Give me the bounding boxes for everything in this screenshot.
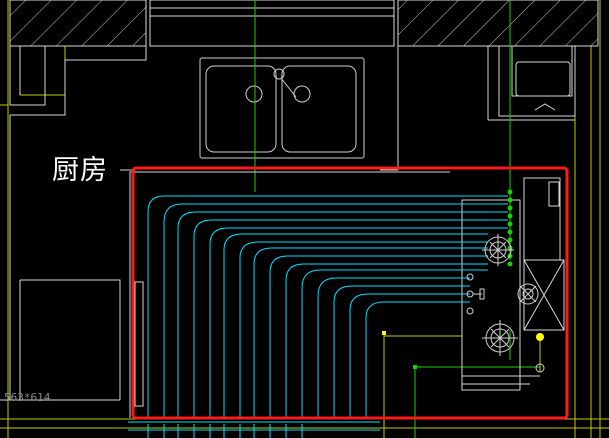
floor-heating-loops	[128, 195, 508, 438]
plan-drawing	[0, 0, 609, 438]
gas-burner-icon	[482, 320, 518, 356]
faucet-icon	[273, 68, 297, 98]
sink-icon	[199, 57, 365, 159]
dimension-note: 563*614	[4, 391, 51, 404]
room-label: 厨房	[52, 155, 108, 186]
cabinet-outline	[129, 171, 565, 418]
cad-floor-plan: 厨房 563*614	[0, 0, 609, 438]
gas-burner-icon	[517, 283, 539, 305]
